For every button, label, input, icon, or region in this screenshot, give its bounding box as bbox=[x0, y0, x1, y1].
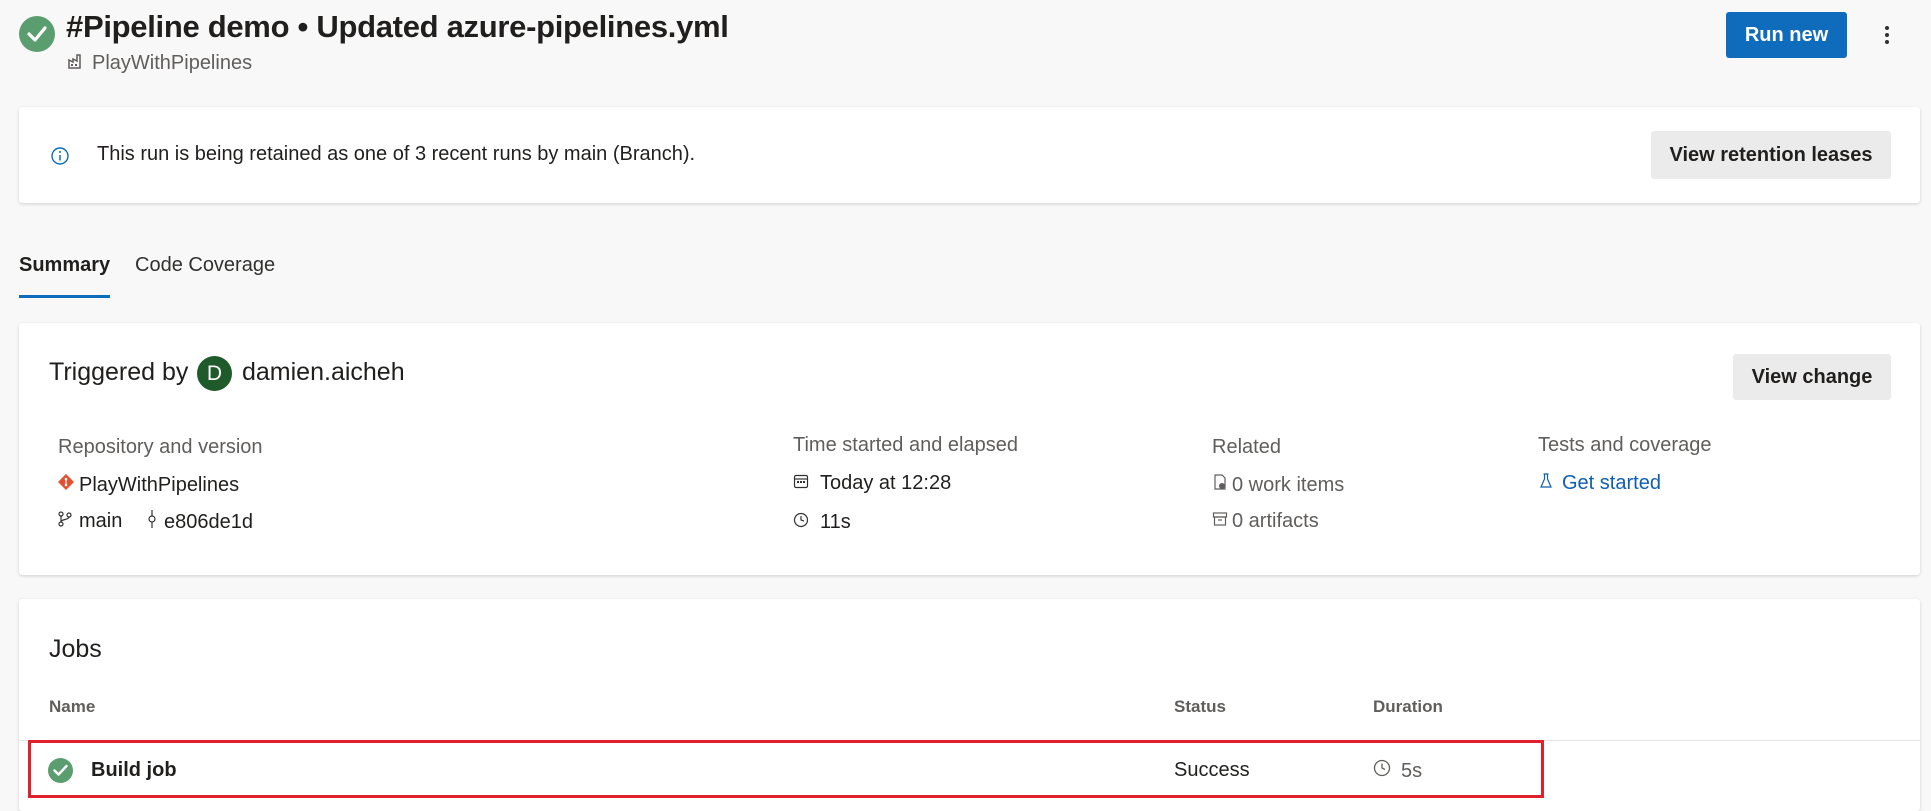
time-started: Today at 12:28 bbox=[793, 472, 951, 495]
branch-icon bbox=[58, 510, 72, 533]
related-heading: Related bbox=[1212, 436, 1281, 458]
clock-icon bbox=[1373, 759, 1391, 783]
branch-name: main bbox=[79, 510, 123, 532]
run-success-icon bbox=[19, 16, 55, 52]
work-items-link[interactable]: 0 work items bbox=[1212, 473, 1344, 497]
pipeline-icon bbox=[68, 52, 84, 75]
get-started-link[interactable]: Get started bbox=[1540, 472, 1661, 495]
tab-code-coverage[interactable]: Code Coverage bbox=[135, 254, 275, 277]
selected-tab-indicator bbox=[19, 295, 110, 298]
view-retention-leases-button[interactable]: View retention leases bbox=[1651, 131, 1891, 179]
started-time: Today at 12:28 bbox=[820, 472, 952, 494]
tab-summary[interactable]: Summary bbox=[19, 254, 110, 277]
clock-icon bbox=[793, 511, 809, 534]
artifacts-link[interactable]: 0 artifacts bbox=[1212, 510, 1319, 533]
branch[interactable]: main bbox=[58, 510, 122, 533]
elapsed-time: 11s bbox=[820, 511, 851, 533]
run-new-button[interactable]: Run new bbox=[1726, 12, 1847, 58]
triggered-by-label: Triggered by bbox=[49, 358, 189, 386]
retention-message: This run is being retained as one of 3 r… bbox=[97, 143, 696, 165]
time-heading: Time started and elapsed bbox=[793, 434, 1018, 456]
column-header-name: Name bbox=[49, 697, 96, 716]
flask-icon bbox=[1540, 472, 1552, 495]
time-elapsed: 11s bbox=[793, 511, 851, 534]
calendar-icon bbox=[793, 472, 809, 495]
column-header-status: Status bbox=[1174, 697, 1226, 716]
pipeline-name: PlayWithPipelines bbox=[92, 52, 253, 74]
triggered-user: damien.aicheh bbox=[242, 358, 405, 386]
more-actions-icon[interactable] bbox=[1872, 20, 1902, 50]
table-row[interactable] bbox=[28, 740, 1544, 798]
view-change-button[interactable]: View change bbox=[1733, 354, 1891, 400]
job-name[interactable]: Build job bbox=[91, 759, 177, 782]
job-duration: 5s bbox=[1373, 759, 1422, 783]
repository-link[interactable]: PlayWithPipelines bbox=[57, 473, 239, 497]
work-items-count: 0 work items bbox=[1232, 473, 1345, 496]
job-success-icon bbox=[48, 758, 73, 783]
get-started-label: Get started bbox=[1562, 472, 1661, 494]
commit-hash: e806de1d bbox=[164, 510, 253, 533]
avatar: D bbox=[197, 356, 232, 391]
work-item-icon bbox=[1212, 473, 1228, 497]
jobs-title: Jobs bbox=[49, 635, 102, 663]
page-title: #Pipeline demo • Updated azure-pipelines… bbox=[66, 9, 729, 44]
info-icon bbox=[50, 146, 70, 171]
artifacts-count: 0 artifacts bbox=[1232, 510, 1319, 532]
repository-heading: Repository and version bbox=[58, 436, 263, 458]
artifact-icon bbox=[1212, 510, 1228, 533]
git-repo-icon bbox=[57, 473, 75, 497]
pipeline-link[interactable]: PlayWithPipelines bbox=[68, 52, 252, 75]
tests-heading: Tests and coverage bbox=[1538, 434, 1712, 456]
column-header-duration: Duration bbox=[1373, 697, 1443, 716]
job-status: Success bbox=[1174, 759, 1250, 781]
repository-name: PlayWithPipelines bbox=[79, 473, 240, 496]
job-duration-value: 5s bbox=[1401, 759, 1423, 782]
commit[interactable]: e806de1d bbox=[147, 510, 253, 534]
commit-icon bbox=[147, 510, 157, 534]
